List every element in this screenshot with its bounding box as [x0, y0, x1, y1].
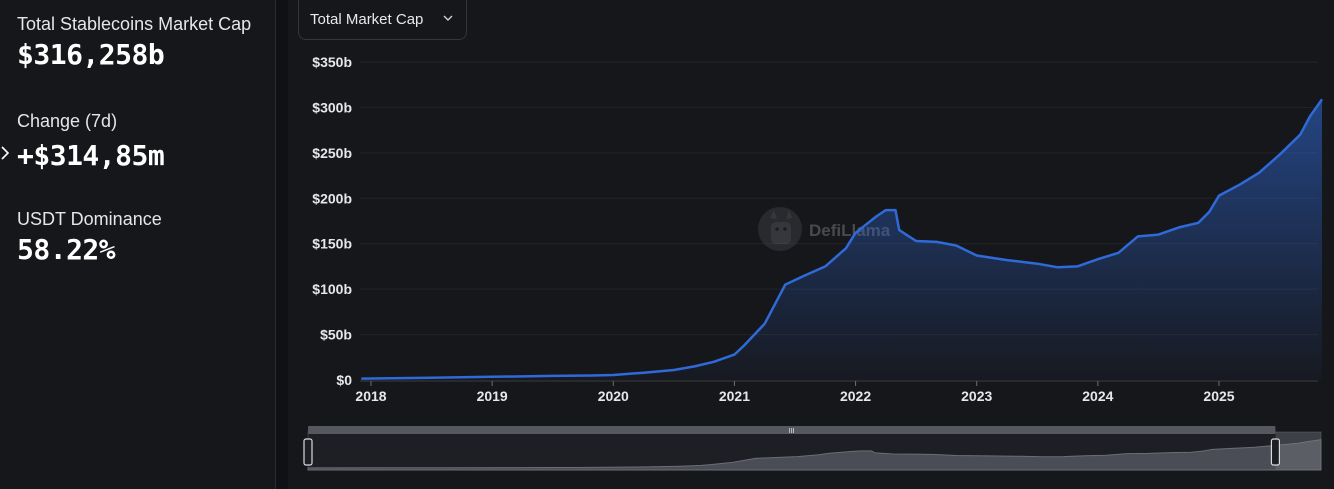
- x-tick-label: 2023: [961, 388, 992, 404]
- y-tick-label: $50b: [320, 327, 352, 343]
- y-axis: $0 $50b $100b $150b $200b $250b $300b $350b: [312, 54, 352, 388]
- brush-handle-left[interactable]: [303, 438, 313, 466]
- brush-handle-right[interactable]: [1270, 438, 1281, 466]
- brush-unselected: [1275, 432, 1321, 470]
- x-axis: 2018 2019 2020 2021 2022 2023 2024 2025: [355, 380, 1318, 404]
- range-brush[interactable]: III: [303, 426, 1322, 471]
- y-tick-label: $100b: [312, 281, 352, 297]
- y-tick-label: $250b: [312, 145, 352, 161]
- x-tick-label: 2025: [1203, 388, 1234, 404]
- metric-dropdown-label: Total Market Cap: [310, 11, 424, 28]
- x-tick-label: 2018: [355, 388, 386, 404]
- y-tick-label: $300b: [312, 99, 352, 115]
- metric-dropdown[interactable]: Total Market Cap: [298, 0, 467, 40]
- market-cap-chart: $0 $50b $100b $150b $200b $250b $300b $350b 201…: [303, 54, 1324, 471]
- x-tick-label: 2021: [719, 388, 750, 404]
- y-tick-label: $350b: [312, 54, 352, 70]
- y-tick-label: $200b: [312, 190, 352, 206]
- x-tick-label: 2022: [840, 388, 871, 404]
- chevron-down-icon: [443, 15, 453, 21]
- brush-grip[interactable]: III: [789, 428, 795, 435]
- y-tick-label: $150b: [312, 236, 352, 252]
- x-tick-label: 2019: [477, 388, 508, 404]
- x-tick-label: 2020: [598, 388, 629, 404]
- y-tick-label: $0: [336, 372, 352, 388]
- x-tick-label: 2024: [1082, 388, 1113, 404]
- defillama-logo-icon: [758, 207, 802, 251]
